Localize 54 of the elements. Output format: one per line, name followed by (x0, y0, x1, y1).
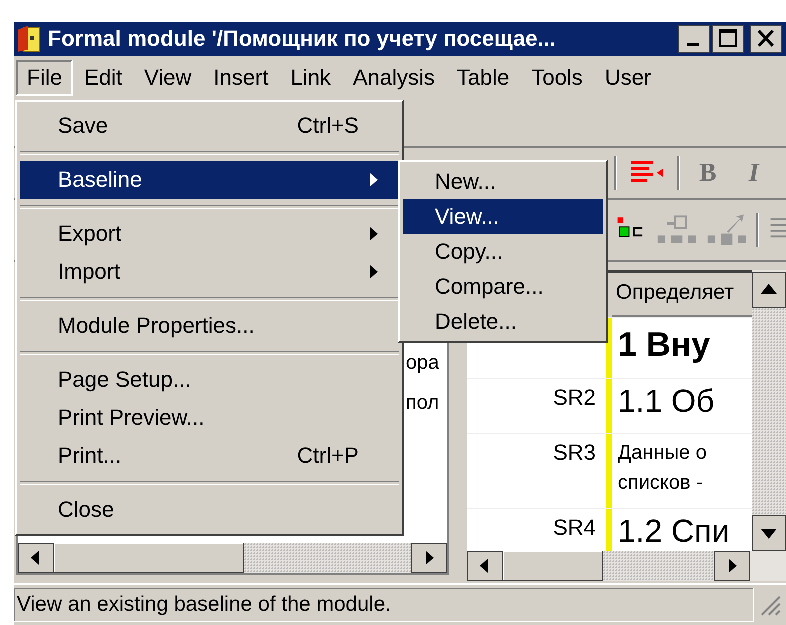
table-cell-text: SR2 (552, 384, 597, 412)
horizontal-scrollbar[interactable] (467, 551, 786, 581)
table-cell-text: 1.1 Об (617, 382, 716, 421)
menu-item[interactable]: Tools (520, 60, 594, 96)
menu-item[interactable]: Save Ctrl+S (20, 107, 399, 145)
list-text: ора (406, 351, 440, 376)
menu-item[interactable]: Compare... (403, 269, 603, 304)
menu-item[interactable]: Analysis (342, 60, 446, 96)
menu-item[interactable]: Baseline (20, 161, 399, 199)
menu-item[interactable]: Import (20, 253, 399, 291)
table-cell-text: 1 Вну (617, 325, 712, 366)
scroll-thumb[interactable] (503, 551, 603, 581)
scroll-up-button[interactable] (752, 272, 786, 308)
menu-item[interactable]: Delete... (403, 304, 603, 339)
menu-item[interactable]: Print... Ctrl+P (20, 437, 399, 475)
menu-item[interactable]: Insert (202, 60, 280, 96)
table-cell-text: 1.2 Спи (617, 512, 731, 551)
scroll-thumb[interactable] (54, 543, 244, 573)
scroll-right-button[interactable] (411, 543, 447, 573)
scroll-down-button[interactable] (752, 515, 786, 551)
menu-item[interactable]: Link (280, 60, 342, 96)
submenu-arrow-icon (369, 226, 379, 242)
table-cell-text: SR4 (552, 514, 597, 542)
vertical-scrollbar[interactable] (752, 270, 786, 551)
menu-item[interactable]: User (594, 60, 662, 96)
horizontal-scrollbar[interactable] (18, 543, 447, 573)
menu-item[interactable]: Print Preview... (20, 399, 399, 437)
table-cell-text: Данные о списков - (617, 441, 708, 496)
close-button[interactable] (750, 25, 782, 53)
status-text: View an existing baseline of the module. (14, 588, 754, 622)
submenu-arrow-icon (369, 172, 379, 188)
shortcut-label: Ctrl+S (297, 113, 359, 139)
menu-item[interactable]: Table (446, 60, 521, 96)
list-text: пол (406, 391, 440, 416)
minimize-button[interactable] (678, 25, 710, 53)
menu-item[interactable]: Export (20, 215, 399, 253)
menu-item[interactable]: Page Setup... (20, 361, 399, 399)
maximize-button[interactable] (712, 25, 744, 53)
window-title: Formal module '/Помощник по учету посещае... (48, 26, 558, 52)
menu-item[interactable]: File (16, 60, 74, 96)
menu-item[interactable]: Module Properties... (20, 307, 399, 345)
scroll-left-button[interactable] (18, 543, 54, 573)
table-cell-text: SR3 (552, 439, 597, 467)
menu-item[interactable]: View... (403, 199, 603, 234)
document-icon (16, 24, 42, 54)
menu-item[interactable]: Copy... (403, 234, 603, 269)
menu-item[interactable]: Edit (73, 60, 134, 96)
scroll-left-button[interactable] (467, 551, 503, 581)
scroll-right-button[interactable] (714, 551, 750, 581)
menu-item[interactable]: Close (20, 491, 399, 529)
shortcut-label: Ctrl+P (297, 443, 359, 469)
menu-item[interactable]: View (133, 60, 203, 96)
menu-item[interactable]: New... (403, 164, 603, 199)
submenu-arrow-icon (369, 264, 379, 280)
